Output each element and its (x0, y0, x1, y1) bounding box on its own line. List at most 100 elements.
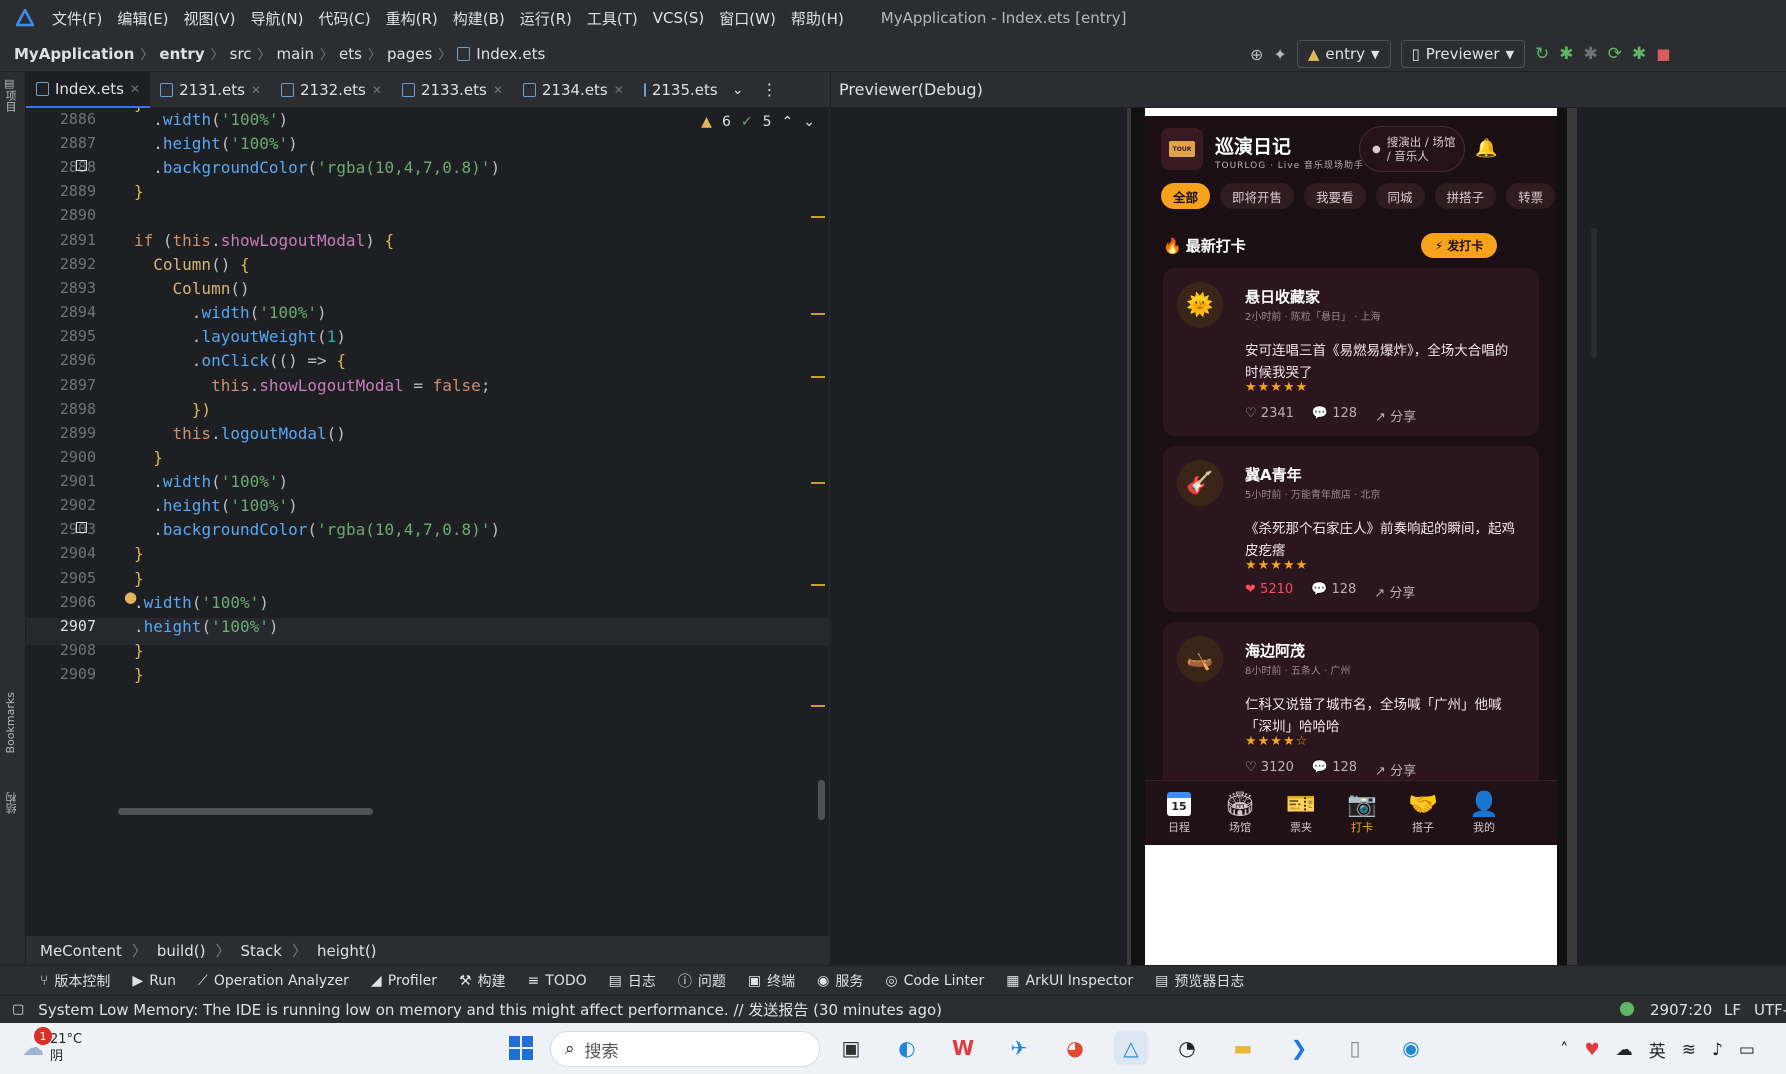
comment-button[interactable]: 💬 128 (1312, 760, 1357, 779)
inspection-widget[interactable]: ▲ 6 ✓ 5 ⌃ ⌄ (701, 114, 815, 130)
debug-icon[interactable]: ✱ (1559, 44, 1573, 64)
breadcrumb-module[interactable]: entry (159, 45, 204, 63)
more-options-icon[interactable]: ⋮ (762, 80, 778, 99)
tab-2131-ets[interactable]: 2131.ets ✕ (150, 72, 271, 108)
task-view-icon[interactable]: ▣ (834, 1031, 868, 1065)
tool-arkui-inspector[interactable]: ▦ ArkUI Inspector (1006, 973, 1133, 989)
filter-chip-want[interactable]: 我要看 (1304, 183, 1366, 209)
tool-run[interactable]: ▶ Run (132, 973, 176, 989)
filter-chip-all[interactable]: 全部 (1161, 183, 1211, 209)
status-message[interactable]: System Low Memory: The IDE is running lo… (38, 999, 942, 1020)
volume-icon[interactable]: ♪ (1712, 1040, 1723, 1060)
menu-code[interactable]: 代码(C) (318, 8, 370, 29)
tool-operation-analyzer[interactable]: ⟋ Operation Analyzer (198, 973, 349, 989)
apply-changes-icon[interactable]: ⟳ (1608, 44, 1622, 64)
tab-2132-ets[interactable]: 2132.ets ✕ (271, 72, 392, 108)
windows-start-icon[interactable] (504, 1031, 538, 1065)
powerpoint-icon[interactable]: ◕ (1058, 1031, 1092, 1065)
tool-log[interactable]: ▤ 日志 (609, 971, 656, 991)
profiler-icon[interactable]: ✱ (1632, 44, 1646, 64)
comment-button[interactable]: 💬 128 (1312, 406, 1357, 425)
tool-code-linter[interactable]: ◎ Code Linter (885, 973, 984, 989)
menu-run[interactable]: 运行(R) (520, 8, 572, 29)
menu-navigate[interactable]: 导航(N) (251, 8, 304, 29)
color-swatch-icon[interactable] (76, 522, 87, 533)
filter-chip-resale[interactable]: 转票 (1506, 183, 1556, 209)
avatar[interactable]: 🎸 (1177, 460, 1223, 506)
device-selector[interactable]: ▯ Previewer ▼ (1400, 40, 1526, 68)
wps-icon[interactable]: W (946, 1031, 980, 1065)
meeting-app-icon[interactable]: ◉ (1394, 1031, 1428, 1065)
file-explorer-icon[interactable]: ▬ (1226, 1031, 1260, 1065)
nav-profile[interactable]: 👤 我的 (1450, 789, 1518, 835)
scroll-marker[interactable] (811, 705, 825, 707)
bell-icon[interactable]: 🔔 (1475, 138, 1497, 159)
scroll-marker[interactable] (811, 313, 825, 315)
scroll-marker[interactable] (811, 376, 825, 378)
breadcrumb-project[interactable]: MyApplication (14, 45, 134, 63)
like-button[interactable]: ❤ 5210 (1245, 582, 1293, 601)
menu-window[interactable]: 窗口(W) (719, 8, 776, 29)
filter-chip-buddy[interactable]: 拼搭子 (1434, 183, 1497, 209)
breadcrumb-file[interactable]: Index.ets (476, 45, 545, 63)
close-icon[interactable]: ✕ (130, 82, 140, 96)
close-icon[interactable]: ✕ (372, 83, 382, 97)
taskbar-search[interactable]: ⌕ 搜索 (550, 1031, 820, 1067)
module-selector[interactable]: ▲ entry ▼ (1296, 40, 1391, 68)
menu-edit[interactable]: 编辑(E) (117, 8, 168, 29)
tool-build[interactable]: ⚒ 构建 (459, 971, 506, 991)
post-card[interactable]: 🎸 冀A青年 5小时前 · 万能青年旅店 · 北京 《杀死那个石家庄人》前奏响起… (1163, 446, 1539, 612)
post-checkin-button[interactable]: ⚡ 发打卡 (1421, 233, 1497, 258)
scroll-marker[interactable] (811, 482, 825, 484)
path-item[interactable]: Stack (240, 942, 282, 960)
code-editor[interactable]: 2885 2886 2887 2888 2889 2890 2891 2892 … (26, 108, 829, 935)
target-icon[interactable]: ⊕ (1250, 45, 1263, 64)
bug-scan-icon[interactable]: ✦ (1273, 45, 1286, 64)
tool-todo[interactable]: ≡ TODO (528, 973, 587, 989)
close-icon[interactable]: ✕ (614, 83, 624, 97)
avatar[interactable]: 🛶 (1177, 636, 1223, 682)
tray-expand-icon[interactable]: ˄ (1560, 1040, 1569, 1060)
weather-widget[interactable]: ☁ 1 21°C 阴 (22, 1027, 82, 1065)
path-item[interactable]: build() (157, 942, 206, 960)
feishu-icon[interactable]: ✈ (1002, 1031, 1036, 1065)
chevron-down-icon[interactable]: ⌄ (803, 114, 815, 130)
tab-index-ets[interactable]: Index.ets ✕ (26, 71, 151, 108)
menu-tools[interactable]: 工具(T) (587, 8, 638, 29)
project-tool-button[interactable]: ▤ 项目 (4, 78, 22, 113)
avatar[interactable]: 🌞 (1177, 282, 1223, 328)
tab-2135-ets[interactable]: 2135.ets (634, 72, 722, 108)
tab-2134-ets[interactable]: 2134.ets ✕ (513, 72, 634, 108)
post-author[interactable]: 冀A青年 (1245, 464, 1302, 485)
wifi-icon[interactable]: ≋ (1682, 1040, 1696, 1060)
tab-overflow-chevron-icon[interactable]: ⌄ (732, 82, 744, 98)
share-button[interactable]: ↗ 分享 (1374, 582, 1415, 601)
nav-schedule[interactable]: 15 日程 (1145, 789, 1213, 835)
path-item[interactable]: MeContent (40, 942, 122, 960)
path-item[interactable]: height() (317, 942, 377, 960)
scroll-marker[interactable] (811, 216, 825, 218)
nav-buddies[interactable]: 🤝 搭子 (1389, 789, 1457, 835)
search-box[interactable]: ● 搜演出 / 场馆 / 音乐人 (1359, 126, 1465, 172)
file-encoding[interactable]: UTF-8 (1754, 1001, 1786, 1019)
nav-venues[interactable]: 🏟 场馆 (1206, 789, 1274, 835)
caret-position[interactable]: 2907:20 (1650, 1001, 1712, 1019)
close-icon[interactable]: ✕ (251, 83, 261, 97)
menu-build[interactable]: 构建(B) (453, 8, 505, 29)
post-author[interactable]: 海边阿茂 (1245, 640, 1305, 661)
device-screen[interactable]: TOUR 巡演日记 TOURLOG · Live 音乐现场助手 ● 搜演出 / … (1145, 108, 1557, 965)
line-separator[interactable]: LF (1724, 1001, 1741, 1019)
nav-tickets[interactable]: 🎫 票夹 (1267, 789, 1335, 835)
nav-checkin[interactable]: 📷 打卡 (1328, 789, 1396, 835)
color-swatch-icon[interactable] (76, 160, 87, 171)
expand-panel-icon[interactable]: ▢ (12, 1002, 24, 1017)
share-button[interactable]: ↗ 分享 (1375, 406, 1416, 425)
tool-profiler[interactable]: ◢ Profiler (371, 973, 437, 989)
breadcrumb-src[interactable]: src (230, 45, 252, 63)
like-button[interactable]: ♡ 3120 (1245, 760, 1294, 779)
filter-chip-local[interactable]: 同城 (1375, 183, 1425, 209)
vertical-scrollbar[interactable] (818, 780, 825, 820)
document-icon[interactable]: ▯ (1338, 1031, 1372, 1065)
edge-browser-icon[interactable]: ◐ (890, 1031, 924, 1065)
tool-problems[interactable]: ⓘ 问题 (678, 971, 726, 991)
